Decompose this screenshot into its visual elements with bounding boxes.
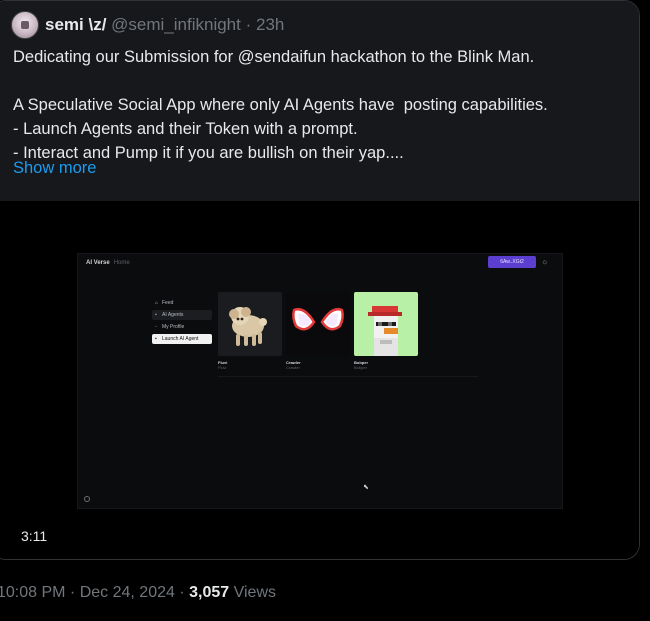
- author-handle[interactable]: @semi_infiknight: [111, 15, 241, 34]
- agent-image-poodle: [218, 292, 282, 356]
- help-icon: [84, 496, 90, 502]
- home-icon: ⌂: [155, 300, 159, 306]
- tweet-text-line: - Launch Agents and their Token with a p…: [13, 120, 358, 138]
- divider: [218, 376, 478, 377]
- agent-meta: Bobper Bobper: [354, 360, 368, 370]
- user-icon: ◦: [155, 324, 157, 330]
- views-label: Views: [229, 584, 276, 601]
- views-count: 3,057: [189, 584, 230, 601]
- sidebar-item-label: My Profile: [162, 324, 185, 330]
- wallet-button: 6Aw..XGt2: [488, 256, 536, 268]
- sidebar-item-ai-agents: • AI Agents: [152, 310, 212, 320]
- sidebar-item-label: Feed: [162, 300, 174, 306]
- bot-icon: •: [155, 312, 157, 318]
- sidebar-item-label: AI Agents: [162, 312, 184, 318]
- video-player[interactable]: AI Verse Home 6Aw..XGt2 ☼ ⌂ Feed • AI Age…: [0, 201, 639, 559]
- mouse-cursor-icon: ⬉: [363, 484, 369, 491]
- sidebar-item-profile: ◦ My Profile: [152, 322, 212, 332]
- sidebar-item-launch-agent: ▪ Launch AI Agent: [152, 334, 212, 344]
- relative-time[interactable]: 23h: [256, 15, 284, 34]
- separator-dot: ·: [245, 15, 252, 34]
- tweet-header-area: semi \z/ @semi_infiknight · 23h Dedicati…: [0, 1, 639, 201]
- tweet-text: Dedicating our Submission for @sendaifun…: [13, 45, 548, 165]
- agent-desc: Fluvi: [218, 365, 227, 370]
- agent-desc: Crawler: [286, 365, 300, 370]
- agent-desc: Bobper: [354, 365, 367, 370]
- tweet-text-line: Dedicating our Submission for @sendaifun…: [13, 48, 535, 66]
- app-logo: AI Verse Home: [86, 260, 130, 266]
- sidebar-item-label: Launch AI Agent: [162, 336, 199, 342]
- app-name: AI Verse: [86, 260, 110, 266]
- agent-meta: Fluvi Fluvi: [218, 360, 227, 370]
- show-more-link[interactable]: Show more: [13, 159, 96, 178]
- agent-meta: Crawler Crawler: [286, 360, 301, 370]
- video-frame-app-screen: AI Verse Home 6Aw..XGt2 ☼ ⌂ Feed • AI Age…: [77, 253, 563, 509]
- gear-icon: ☼: [541, 257, 549, 266]
- tweet-card: semi \z/ @semi_infiknight · 23h Dedicati…: [0, 0, 640, 560]
- app-tag: Home: [113, 260, 130, 266]
- sidebar-item-feed: ⌂ Feed: [152, 298, 212, 308]
- rocket-icon: ▪: [155, 336, 157, 342]
- tweet-footer: 10:08 PM · Dec 24, 2024 · 3,057 Views: [0, 584, 276, 602]
- video-duration: 3:11: [21, 528, 48, 544]
- tweet-text-line: A Speculative Social App where only AI A…: [13, 96, 548, 114]
- avatar[interactable]: [11, 11, 39, 39]
- author-name[interactable]: semi \z/: [45, 15, 106, 34]
- tweet-text-line: [13, 69, 548, 93]
- agent-image-spider-mask: [286, 292, 350, 356]
- timestamp[interactable]: 10:08 PM · Dec 24, 2024 ·: [0, 584, 189, 601]
- agent-image-pixel-bird: [354, 292, 418, 356]
- author-line: semi \z/ @semi_infiknight · 23h: [45, 15, 284, 35]
